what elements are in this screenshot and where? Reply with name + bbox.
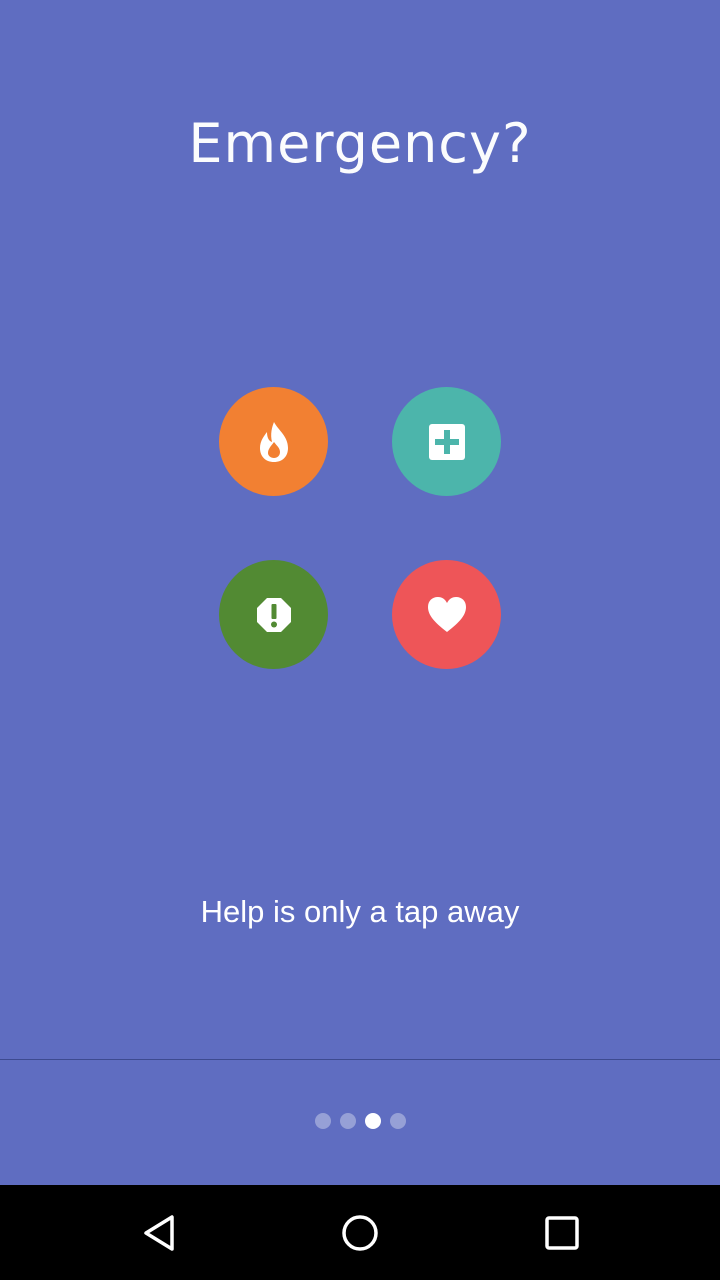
page-dot-3-active[interactable]: [364, 1113, 381, 1129]
tagline: Help is only a tap away: [200, 894, 520, 929]
page-dot-1[interactable]: [314, 1113, 331, 1129]
recent-square-icon: [545, 1215, 579, 1250]
recent-apps-button[interactable]: [502, 1185, 622, 1280]
divider: [0, 1059, 720, 1060]
home-button[interactable]: [300, 1185, 420, 1280]
page-title: Emergency?: [188, 112, 532, 175]
heart-button[interactable]: [392, 560, 501, 669]
medical-cross-icon: [428, 423, 465, 460]
back-triangle-icon: [144, 1214, 174, 1251]
page-dot-2[interactable]: [339, 1113, 356, 1129]
alert-octagon-icon: [256, 597, 291, 632]
page-indicator: [0, 1113, 720, 1129]
system-nav-bar: [0, 1185, 720, 1280]
fire-button[interactable]: [219, 387, 328, 496]
heart-icon: [427, 596, 466, 632]
home-circle-icon: [342, 1214, 378, 1251]
page-dot-4[interactable]: [389, 1113, 406, 1129]
onboarding-screen: Emergency? Help is only a tap away: [0, 0, 720, 1185]
fire-icon: [259, 421, 288, 462]
medical-button[interactable]: [392, 387, 501, 496]
alert-button[interactable]: [219, 560, 328, 669]
back-button[interactable]: [100, 1185, 220, 1280]
